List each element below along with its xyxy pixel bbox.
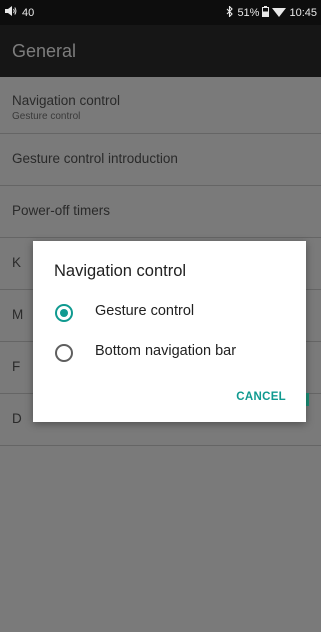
option-gesture-control[interactable]: Gesture control (33, 297, 306, 329)
bluetooth-icon (226, 5, 234, 20)
toggle-switch-edge (306, 393, 309, 406)
settings-item-title: F (12, 359, 21, 374)
settings-item-gesture-control-introduction[interactable]: Gesture control introduction (0, 134, 321, 186)
navigation-control-dialog: Navigation control Gesture control Botto… (33, 241, 306, 422)
cancel-button[interactable]: CANCEL (236, 391, 286, 403)
settings-item-title: Power-off timers (12, 203, 111, 218)
settings-item-navigation-control[interactable]: Navigation control Gesture control (0, 77, 321, 134)
settings-item-title: Gesture control introduction (12, 151, 178, 166)
settings-item-title: D (12, 411, 22, 426)
page-title: General (12, 41, 77, 61)
battery-icon (262, 6, 270, 20)
volume-icon (5, 6, 17, 19)
option-label: Gesture control (95, 303, 195, 319)
settings-item-power-off-timers[interactable]: Power-off timers (0, 186, 321, 238)
status-bar: 40 51% 10:45 (0, 0, 321, 25)
radio-selected-icon[interactable] (55, 304, 73, 322)
option-bottom-navigation-bar[interactable]: Bottom navigation bar (33, 337, 306, 369)
wifi-icon (272, 6, 287, 20)
settings-item-title: M (12, 307, 24, 322)
settings-item-title: Navigation control (12, 93, 121, 108)
clock-time: 10:45 (289, 7, 317, 19)
status-right: 51% 10:45 (226, 5, 317, 20)
volume-value: 40 (22, 6, 35, 19)
settings-item-summary: Gesture control (12, 111, 81, 122)
radio-unselected-icon[interactable] (55, 344, 73, 362)
dialog-title: Navigation control (54, 262, 187, 280)
status-left: 40 (5, 6, 34, 19)
battery-percent: 51% (237, 7, 260, 19)
settings-item-title: K (12, 255, 22, 270)
option-label: Bottom navigation bar (95, 343, 237, 359)
app-bar: General (0, 25, 321, 77)
